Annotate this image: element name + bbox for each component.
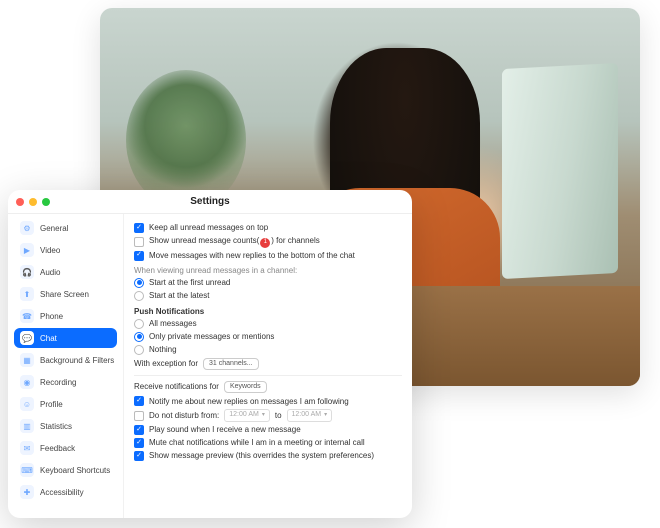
accessibility-icon: ✚: [20, 485, 34, 499]
sidebar-item-label: Recording: [40, 378, 76, 387]
plant-decor: [126, 70, 246, 210]
chat-icon: 💬: [20, 331, 34, 345]
show-unread-counts-checkbox[interactable]: [134, 237, 144, 247]
video-icon: ▶: [20, 243, 34, 257]
dnd-to-field[interactable]: 12:00 AM: [287, 409, 333, 421]
phone-icon: ☎: [20, 309, 34, 323]
keep-unread-top-checkbox[interactable]: ✓: [134, 223, 144, 233]
sidebar-item-label: Keyboard Shortcuts: [40, 466, 110, 475]
sidebar-item-label: Video: [40, 246, 60, 255]
sidebar-item-share-screen[interactable]: ⬆ Share Screen: [14, 284, 117, 304]
settings-sidebar: ⚙ General ▶ Video 🎧 Audio ⬆ Share Screen ☎ Ph…: [8, 214, 124, 518]
play-sound-checkbox[interactable]: ✓: [134, 425, 144, 435]
push-private-radio[interactable]: [134, 332, 144, 342]
sidebar-item-label: Statistics: [40, 422, 72, 431]
exception-for-label: With exception for: [134, 359, 198, 369]
keep-unread-top-label: Keep all unread messages on top: [149, 223, 268, 233]
sidebar-item-label: Share Screen: [40, 290, 89, 299]
sidebar-item-general[interactable]: ⚙ General: [14, 218, 117, 238]
viewing-unread-header: When viewing unread messages in a channe…: [134, 266, 402, 275]
show-unread-counts-label: Show unread message counts(1) for channe…: [149, 236, 320, 248]
start-first-unread-label: Start at the first unread: [149, 278, 230, 288]
notify-replies-checkbox[interactable]: ✓: [134, 396, 144, 406]
sidebar-item-statistics[interactable]: ▥ Statistics: [14, 416, 117, 436]
background-icon: ▦: [20, 353, 34, 367]
push-private-label: Only private messages or mentions: [149, 332, 274, 342]
sidebar-item-label: Feedback: [40, 444, 75, 453]
start-latest-label: Start at the latest: [149, 291, 209, 301]
sidebar-item-recording[interactable]: ◉ Recording: [14, 372, 117, 392]
sidebar-item-accessibility[interactable]: ✚ Accessibility: [14, 482, 117, 502]
keywords-button[interactable]: Keywords: [224, 381, 267, 393]
profile-icon: ☺: [20, 397, 34, 411]
sidebar-item-label: Background & Filters: [40, 356, 114, 365]
play-sound-label: Play sound when I receive a new message: [149, 425, 301, 435]
gear-icon: ⚙: [20, 221, 34, 235]
feedback-icon: ✉: [20, 441, 34, 455]
sidebar-item-label: General: [40, 224, 68, 233]
sidebar-item-feedback[interactable]: ✉ Feedback: [14, 438, 117, 458]
sidebar-item-label: Chat: [40, 334, 57, 343]
divider: [134, 375, 402, 376]
push-notifications-header: Push Notifications: [134, 307, 402, 316]
dnd-checkbox[interactable]: [134, 411, 144, 421]
move-replies-bottom-label: Move messages with new replies to the bo…: [149, 251, 355, 261]
dnd-to-word: to: [275, 411, 282, 421]
sidebar-item-label: Accessibility: [40, 488, 84, 497]
push-nothing-label: Nothing: [149, 345, 177, 355]
settings-window: Settings ⚙ General ▶ Video 🎧 Audio ⬆ Share S…: [8, 190, 412, 518]
sidebar-item-label: Profile: [40, 400, 63, 409]
window-titlebar: Settings: [8, 190, 412, 214]
receive-notifications-label: Receive notifications for: [134, 382, 219, 392]
unread-badge-icon: 1: [260, 238, 270, 248]
push-nothing-radio[interactable]: [134, 345, 144, 355]
imac-monitor: [502, 63, 618, 279]
push-all-label: All messages: [149, 319, 197, 329]
share-screen-icon: ⬆: [20, 287, 34, 301]
mute-in-meeting-checkbox[interactable]: ✓: [134, 438, 144, 448]
audio-icon: 🎧: [20, 265, 34, 279]
notify-replies-label: Notify me about new replies on messages …: [149, 397, 349, 407]
sidebar-item-label: Audio: [40, 268, 60, 277]
show-preview-label: Show message preview (this overrides the…: [149, 451, 374, 461]
sidebar-item-keyboard-shortcuts[interactable]: ⌨ Keyboard Shortcuts: [14, 460, 117, 480]
sidebar-item-video[interactable]: ▶ Video: [14, 240, 117, 260]
window-title: Settings: [8, 196, 412, 207]
exception-channels-button[interactable]: 31 channels...: [203, 358, 259, 370]
show-preview-checkbox[interactable]: ✓: [134, 451, 144, 461]
settings-content: ✓ Keep all unread messages on top Show un…: [124, 214, 412, 518]
sidebar-item-label: Phone: [40, 312, 63, 321]
sidebar-item-profile[interactable]: ☺ Profile: [14, 394, 117, 414]
statistics-icon: ▥: [20, 419, 34, 433]
sidebar-item-background-filters[interactable]: ▦ Background & Filters: [14, 350, 117, 370]
start-first-unread-radio[interactable]: [134, 278, 144, 288]
keyboard-icon: ⌨: [20, 463, 34, 477]
sidebar-item-chat[interactable]: 💬 Chat: [14, 328, 117, 348]
push-all-radio[interactable]: [134, 319, 144, 329]
move-replies-bottom-checkbox[interactable]: ✓: [134, 251, 144, 261]
start-latest-radio[interactable]: [134, 291, 144, 301]
mute-in-meeting-label: Mute chat notifications while I am in a …: [149, 438, 365, 448]
sidebar-item-phone[interactable]: ☎ Phone: [14, 306, 117, 326]
dnd-label: Do not disturb from:: [149, 411, 219, 421]
recording-icon: ◉: [20, 375, 34, 389]
dnd-from-field[interactable]: 12:00 AM: [224, 409, 270, 421]
sidebar-item-audio[interactable]: 🎧 Audio: [14, 262, 117, 282]
